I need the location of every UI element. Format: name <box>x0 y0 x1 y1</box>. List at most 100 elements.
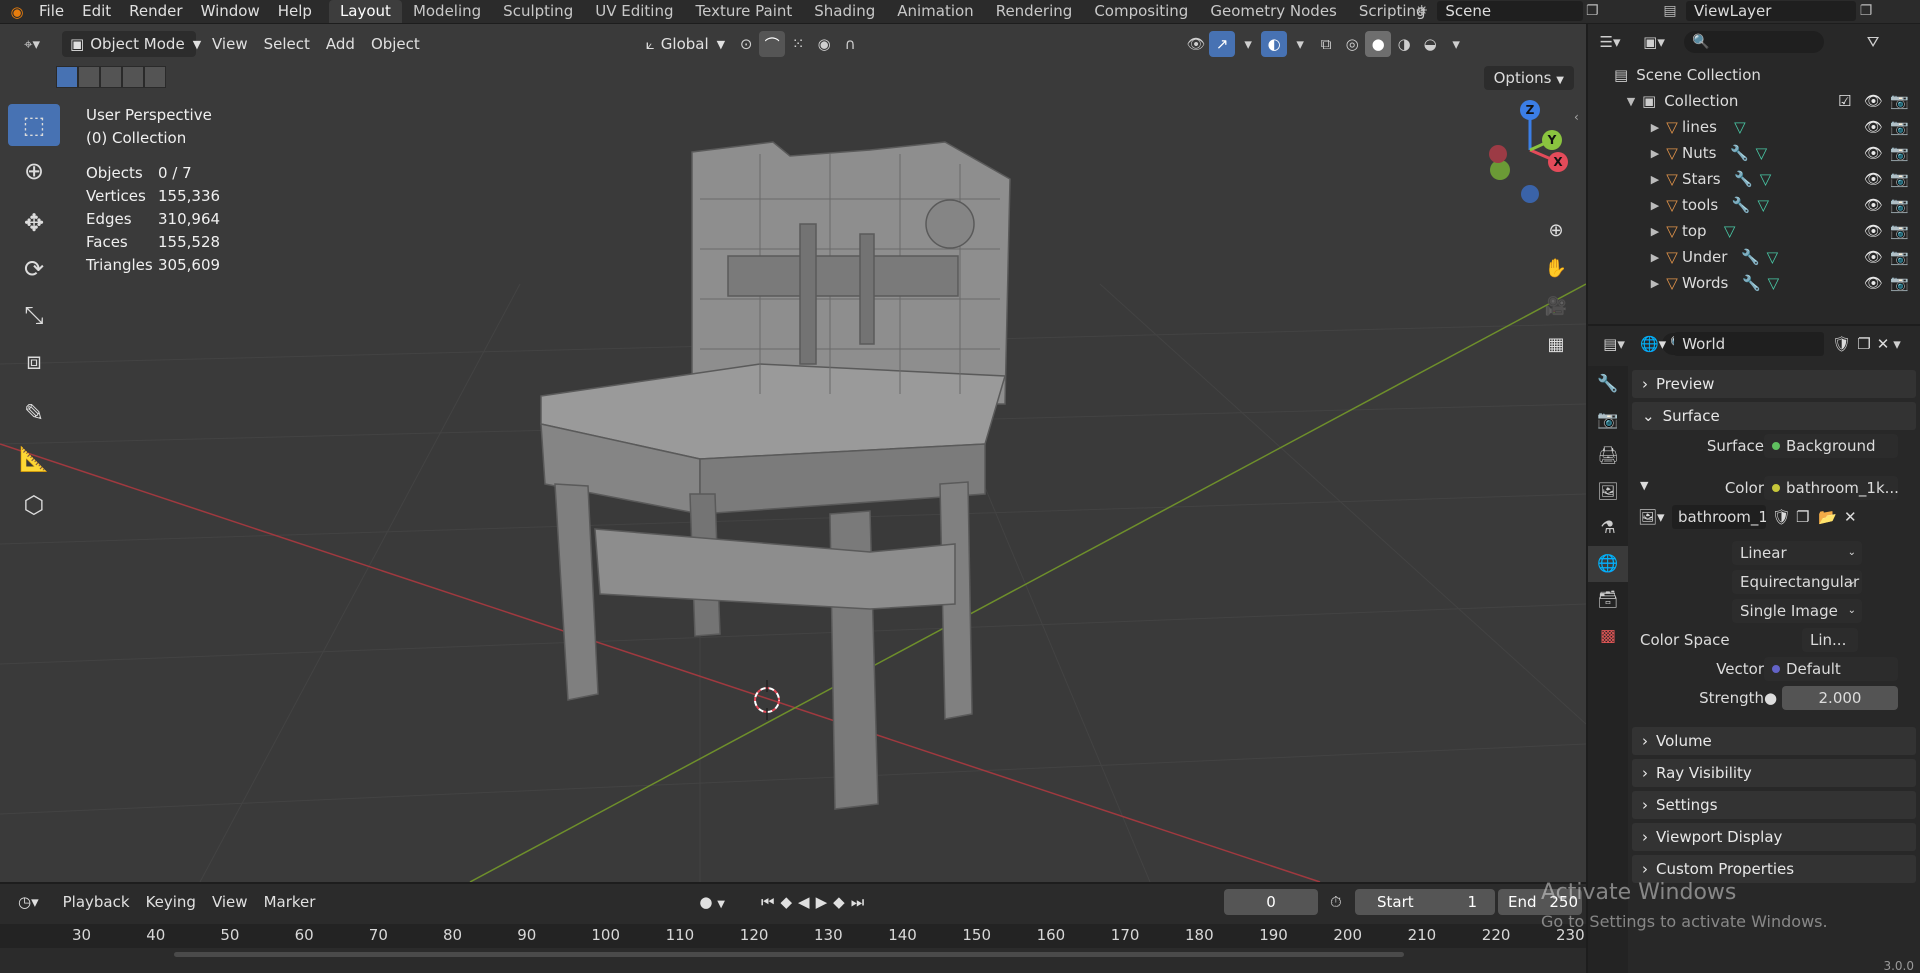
menu-edit[interactable]: Edit <box>73 0 120 23</box>
outliner-item-stars[interactable]: ▶ ▽ Stars 🔧 ▽ 👁 📷 <box>1588 166 1920 192</box>
unlink-image-icon[interactable]: ✕ <box>1844 508 1857 526</box>
timeline-menu-keying[interactable]: Keying <box>138 893 204 911</box>
move-tool-icon[interactable]: ✥ <box>8 202 60 244</box>
eye-icon[interactable]: 👁 <box>1864 118 1883 136</box>
custom-properties-panel-header[interactable]: › Custom Properties <box>1632 855 1916 883</box>
properties-editor-type-icon[interactable]: ▤▾ <box>1596 331 1632 357</box>
options-dropdown[interactable]: Options ▼ <box>1483 66 1574 90</box>
menu-render[interactable]: Render <box>120 0 191 23</box>
eye-icon[interactable]: 👁 <box>1864 274 1883 292</box>
expand-arrow-icon[interactable]: ▶ <box>1648 199 1662 212</box>
rendered-shading-icon[interactable]: ◒ <box>1417 31 1443 57</box>
play-reverse-icon[interactable]: ◀ <box>798 893 816 911</box>
mesh-data-icon[interactable]: ▽ <box>1719 222 1741 240</box>
tab-rendering[interactable]: Rendering <box>985 0 1084 23</box>
wrench-icon[interactable]: 🔧 <box>1728 144 1750 162</box>
expand-arrow-icon[interactable]: ▶ <box>1648 251 1662 264</box>
vector-input-field[interactable]: Default <box>1764 657 1898 681</box>
image-browse-icon[interactable]: 🖼▾ <box>1638 508 1665 526</box>
image-name-field[interactable]: bathroom_1... <box>1672 505 1766 529</box>
image-fake-user-icon[interactable]: 🛡 <box>1772 508 1791 526</box>
tool-tab-icon[interactable]: 🔧 <box>1588 366 1628 402</box>
settings-panel-header[interactable]: › Settings <box>1632 791 1916 819</box>
mode-dropdown[interactable]: ▣ Object Mode ▼ <box>62 31 201 57</box>
expand-arrow-icon[interactable]: ▶ <box>1648 147 1662 160</box>
menu-file[interactable]: File <box>30 0 73 23</box>
world-tab-icon[interactable]: 🌐 <box>1588 546 1628 582</box>
viewport-menu-object[interactable]: Object <box>363 31 428 57</box>
strength-value-field[interactable]: 2.000 <box>1782 686 1898 710</box>
play-icon[interactable]: ▶ <box>816 893 834 911</box>
viewport-menu-add[interactable]: Add <box>318 31 363 57</box>
new-scene-icon[interactable]: ❐ <box>1583 1 1602 21</box>
surface-panel-header[interactable]: ⌄ Surface <box>1632 402 1916 430</box>
blender-logo-icon[interactable]: ◉ <box>8 3 26 21</box>
camera-render-icon[interactable]: 📷 <box>1890 222 1909 240</box>
expand-arrow-icon[interactable]: ▶ <box>1648 121 1662 134</box>
gizmo-x-axis[interactable]: X <box>1548 152 1568 172</box>
mesh-data-icon[interactable]: ▽ <box>1762 274 1784 292</box>
pan-hand-icon[interactable]: ✋ <box>1540 252 1572 284</box>
tab-modeling[interactable]: Modeling <box>402 0 492 23</box>
image-duplicate-icon[interactable]: ❐ <box>1796 508 1809 526</box>
wrench-icon[interactable]: 🔧 <box>1733 170 1755 188</box>
duplicate-world-icon[interactable]: ❐ <box>1857 335 1870 353</box>
solid-shading-icon[interactable]: ● <box>1365 31 1392 57</box>
snap-target-icon[interactable]: ⁙ <box>785 31 811 57</box>
surface-shader-field[interactable]: Background <box>1764 434 1898 458</box>
jump-end-icon[interactable]: ⏭ <box>851 893 871 911</box>
current-frame-field[interactable]: 0 <box>1224 889 1318 915</box>
gizmo-z-axis[interactable]: Z <box>1520 100 1540 120</box>
start-frame-field[interactable]: Start 1 <box>1355 889 1495 915</box>
sidebar-toggle-icon[interactable]: ‹ <box>1574 110 1579 124</box>
timeline-menu-view[interactable]: View <box>204 893 256 911</box>
view-layer-tab-icon[interactable]: 🖼 <box>1588 474 1628 510</box>
eye-icon[interactable]: 👁 <box>1864 170 1883 188</box>
scene-icon[interactable]: ⛯ <box>1412 1 1431 21</box>
transform-tool-icon[interactable]: ⧈ <box>8 340 60 382</box>
rotate-tool-icon[interactable]: ⟳ <box>8 248 60 290</box>
select-intersect-icon[interactable] <box>144 66 166 88</box>
3d-viewport[interactable]: ⌖▾ ▣ Object Mode ▼ View Select Add Object ⟀… <box>0 24 1586 882</box>
gizmo-y-axis[interactable]: Y <box>1542 130 1562 150</box>
transform-orientation-dropdown[interactable]: ⟀ Global ▼ <box>638 31 733 57</box>
material-shading-icon[interactable]: ◑ <box>1391 31 1417 57</box>
outliner-search-input[interactable]: 🔍 <box>1684 31 1824 53</box>
zoom-icon[interactable]: ⊕ <box>1540 214 1572 246</box>
cursor-tool-icon[interactable]: ⊕ <box>8 150 60 192</box>
render-tab-icon[interactable]: 📷 <box>1588 402 1628 438</box>
collection-row[interactable]: ▼ ▣ Collection ☑ 👁 📷 <box>1588 88 1920 114</box>
world-icon[interactable]: 🌐▾ <box>1640 335 1666 353</box>
auto-keying-icon[interactable]: ● ▼ <box>691 893 733 911</box>
editor-type-icon[interactable]: ⌖▾ <box>12 31 52 57</box>
eye-icon[interactable]: 👁 <box>1864 222 1883 240</box>
select-subtract-icon[interactable] <box>100 66 122 88</box>
tab-texture-paint[interactable]: Texture Paint <box>684 0 803 23</box>
timeline-menu-marker[interactable]: Marker <box>256 893 324 911</box>
scene-collection-row[interactable]: ▤ Scene Collection <box>1588 62 1920 88</box>
color-expand-icon[interactable]: ▼ <box>1640 479 1648 492</box>
select-extend-icon[interactable] <box>78 66 100 88</box>
tab-compositing[interactable]: Compositing <box>1083 0 1199 23</box>
overlay-toggle-icon[interactable]: ◐ <box>1261 31 1288 57</box>
ray-visibility-panel-header[interactable]: › Ray Visibility <box>1632 759 1916 787</box>
overlay-dropdown-icon[interactable]: ▾ <box>1287 31 1313 57</box>
tab-uv-editing[interactable]: UV Editing <box>584 0 684 23</box>
timeline-menu-playback[interactable]: Playback <box>55 893 138 911</box>
shading-dropdown-icon[interactable]: ▾ <box>1443 31 1469 57</box>
wrench-icon[interactable]: 🔧 <box>1740 274 1762 292</box>
measure-tool-icon[interactable]: 📐 <box>8 438 60 480</box>
mesh-data-icon[interactable]: ▽ <box>1729 118 1751 136</box>
texture-tab-icon[interactable]: ▩ <box>1588 618 1628 654</box>
tab-layout[interactable]: Layout <box>328 0 402 23</box>
prev-keyframe-icon[interactable]: ◆ <box>781 893 799 911</box>
exclude-checkbox-icon[interactable]: ☑ <box>1838 92 1851 110</box>
mesh-data-icon[interactable]: ▽ <box>1755 170 1777 188</box>
viewport-display-panel-header[interactable]: › Viewport Display <box>1632 823 1916 851</box>
scene-name-field[interactable]: Scene <box>1437 1 1583 21</box>
jump-start-icon[interactable]: ⏮ <box>761 893 781 911</box>
expand-arrow-icon[interactable]: ▶ <box>1648 277 1662 290</box>
camera-render-icon[interactable]: 📷 <box>1890 92 1909 110</box>
color-input-field[interactable]: bathroom_1k.... <box>1764 476 1898 500</box>
add-cube-tool-icon[interactable]: ⬡ <box>8 484 60 526</box>
